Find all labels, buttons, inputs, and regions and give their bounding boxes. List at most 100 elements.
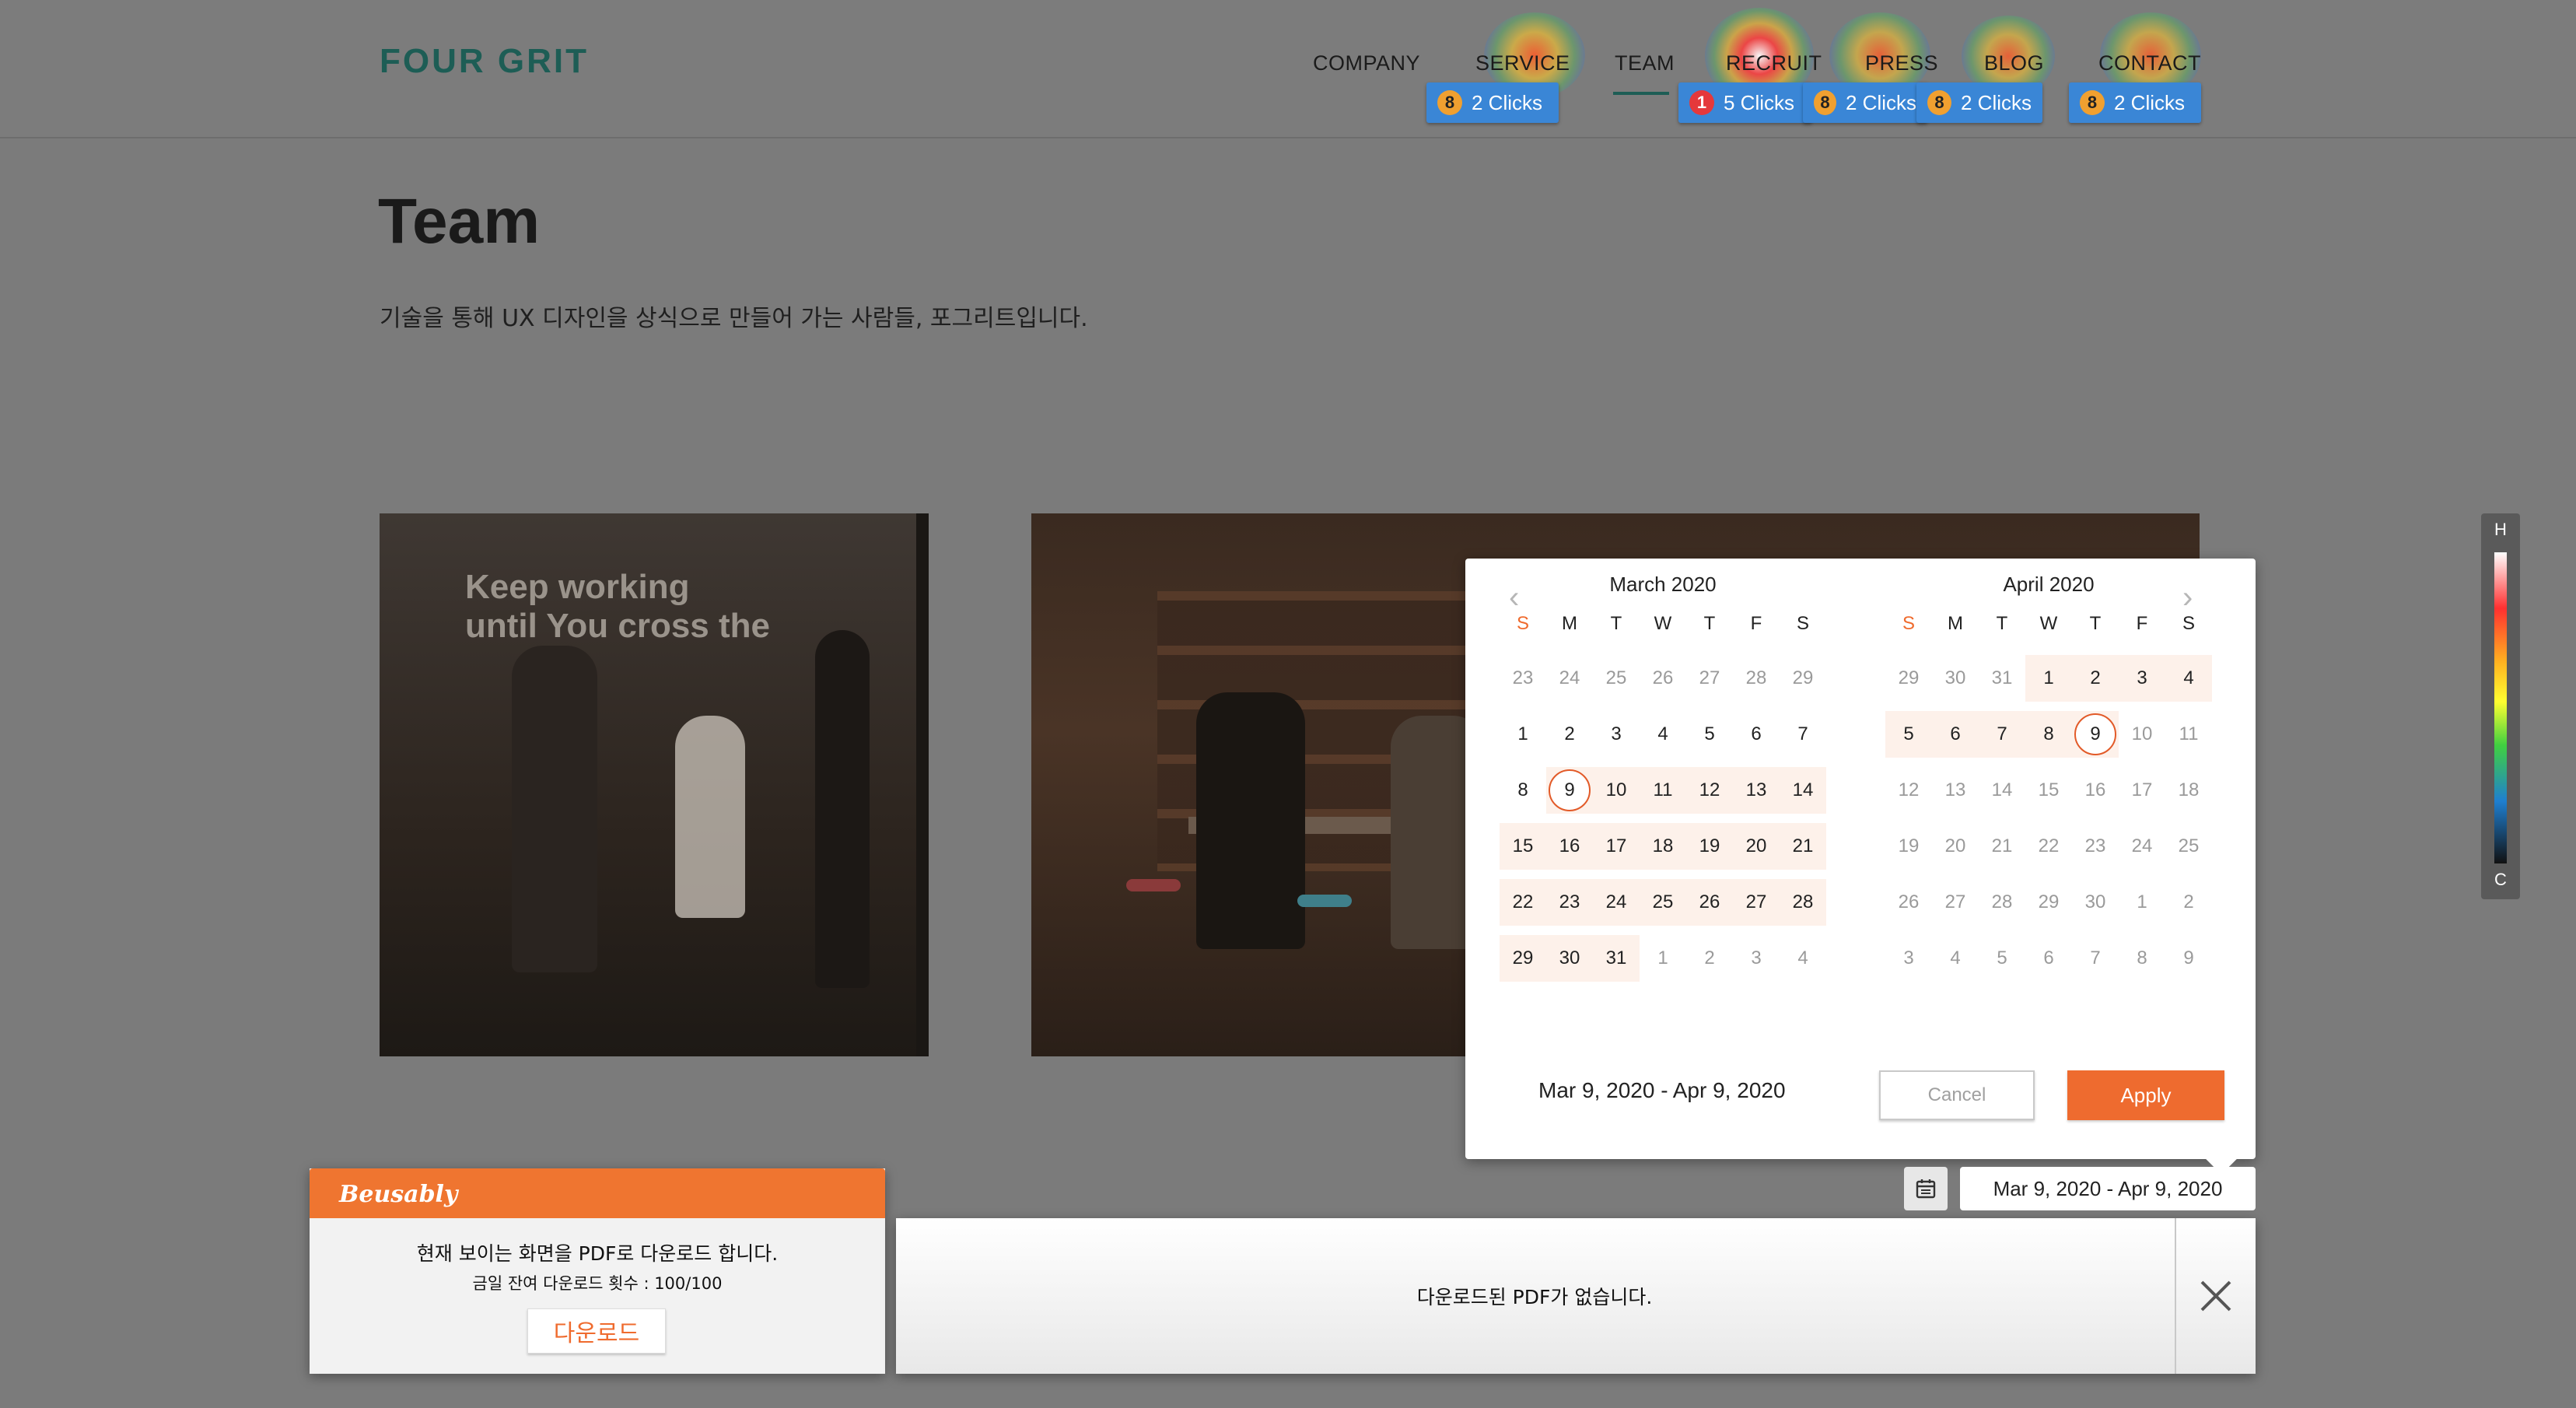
calendar-day[interactable]: 15 (1500, 823, 1546, 870)
calendar-day-selected[interactable]: 9 (2072, 711, 2119, 758)
date-range-field[interactable]: Mar 9, 2020 - Apr 9, 2020 (1960, 1167, 2256, 1210)
click-count-badge[interactable]: 8 2 Clicks (1426, 82, 1559, 123)
calendar-day[interactable]: 7 (1979, 711, 2025, 758)
calendar-day[interactable]: 16 (2072, 767, 2119, 814)
nav-company[interactable]: COMPANY (1313, 51, 1420, 75)
nav-service[interactable]: SERVICE (1475, 51, 1570, 75)
click-count-badge[interactable]: 1 5 Clicks (1678, 82, 1812, 123)
calendar-day[interactable]: 22 (2025, 823, 2072, 870)
calendar-day[interactable]: 20 (1932, 823, 1979, 870)
calendar-day[interactable]: 13 (1733, 767, 1780, 814)
calendar-day[interactable]: 23 (2072, 823, 2119, 870)
calendar-day[interactable]: 17 (1593, 823, 1640, 870)
calendar-day[interactable]: 1 (1500, 711, 1546, 758)
calendar-day[interactable]: 8 (2119, 935, 2165, 982)
calendar-day[interactable]: 24 (1593, 879, 1640, 926)
calendar-day[interactable]: 24 (2119, 823, 2165, 870)
site-logo[interactable]: FOUR GRIT (380, 42, 589, 81)
nav-press[interactable]: PRESS (1865, 51, 1938, 75)
calendar-day[interactable]: 3 (2119, 655, 2165, 702)
calendar-day-selected[interactable]: 9 (1546, 767, 1593, 814)
calendar-day[interactable]: 4 (1780, 935, 1826, 982)
calendar-day[interactable]: 7 (1780, 711, 1826, 758)
apply-button[interactable]: Apply (2067, 1070, 2224, 1120)
nav-team[interactable]: TEAM (1615, 51, 1675, 75)
calendar-day[interactable]: 25 (1593, 655, 1640, 702)
calendar-day[interactable]: 4 (1932, 935, 1979, 982)
calendar-day[interactable]: 29 (2025, 879, 2072, 926)
calendar-day[interactable]: 11 (1640, 767, 1686, 814)
cancel-button[interactable]: Cancel (1879, 1070, 2035, 1120)
pdf-download-button[interactable]: 다운로드 (527, 1308, 666, 1354)
calendar-day[interactable]: 1 (1640, 935, 1686, 982)
click-count-badge[interactable]: 8 2 Clicks (2069, 82, 2201, 123)
calendar-day[interactable]: 2 (2165, 879, 2212, 926)
calendar-day[interactable]: 25 (2165, 823, 2212, 870)
calendar-day[interactable]: 13 (1932, 767, 1979, 814)
calendar-day[interactable]: 26 (1885, 879, 1932, 926)
calendar-day[interactable]: 29 (1885, 655, 1932, 702)
calendar-day[interactable]: 29 (1780, 655, 1826, 702)
calendar-day[interactable]: 5 (1979, 935, 2025, 982)
calendar-day[interactable]: 31 (1593, 935, 1640, 982)
calendar-day[interactable]: 5 (1885, 711, 1932, 758)
calendar-day[interactable]: 30 (1546, 935, 1593, 982)
calendar-day[interactable]: 2 (1686, 935, 1733, 982)
calendar-day[interactable]: 7 (2072, 935, 2119, 982)
calendar-day[interactable]: 27 (1733, 879, 1780, 926)
calendar-day[interactable]: 15 (2025, 767, 2072, 814)
calendar-day[interactable]: 22 (1500, 879, 1546, 926)
calendar-day[interactable]: 18 (1640, 823, 1686, 870)
click-count-badge[interactable]: 8 2 Clicks (1916, 82, 2042, 123)
calendar-day[interactable]: 23 (1500, 655, 1546, 702)
calendar-day[interactable]: 8 (2025, 711, 2072, 758)
calendar-day[interactable]: 3 (1885, 935, 1932, 982)
calendar-day[interactable]: 14 (1979, 767, 2025, 814)
calendar-day[interactable]: 11 (2165, 711, 2212, 758)
calendar-day[interactable]: 6 (1932, 711, 1979, 758)
calendar-day[interactable]: 4 (1640, 711, 1686, 758)
nav-contact[interactable]: CONTACT (2098, 51, 2201, 75)
calendar-day[interactable]: 27 (1686, 655, 1733, 702)
calendar-day[interactable]: 18 (2165, 767, 2212, 814)
calendar-day[interactable]: 23 (1546, 879, 1593, 926)
click-count-badge[interactable]: 8 2 Clicks (1803, 82, 1927, 123)
calendar-day[interactable]: 12 (1885, 767, 1932, 814)
calendar-day[interactable]: 17 (2119, 767, 2165, 814)
calendar-day[interactable]: 6 (2025, 935, 2072, 982)
calendar-day[interactable]: 26 (1640, 655, 1686, 702)
calendar-day[interactable]: 27 (1932, 879, 1979, 926)
calendar-day[interactable]: 19 (1885, 823, 1932, 870)
calendar-day[interactable]: 12 (1686, 767, 1733, 814)
calendar-day[interactable]: 30 (2072, 879, 2119, 926)
calendar-day[interactable]: 19 (1686, 823, 1733, 870)
calendar-toggle-button[interactable] (1904, 1167, 1948, 1210)
calendar-day[interactable]: 9 (2165, 935, 2212, 982)
calendar-day[interactable]: 14 (1780, 767, 1826, 814)
calendar-day[interactable]: 3 (1593, 711, 1640, 758)
calendar-day[interactable]: 28 (1780, 879, 1826, 926)
calendar-day[interactable]: 21 (1979, 823, 2025, 870)
nav-recruit[interactable]: RECRUIT (1726, 51, 1822, 75)
nav-blog[interactable]: BLOG (1984, 51, 2044, 75)
calendar-day[interactable]: 1 (2025, 655, 2072, 702)
calendar-day[interactable]: 2 (2072, 655, 2119, 702)
calendar-day[interactable]: 10 (1593, 767, 1640, 814)
calendar-day[interactable]: 31 (1979, 655, 2025, 702)
calendar-day[interactable]: 4 (2165, 655, 2212, 702)
calendar-day[interactable]: 30 (1932, 655, 1979, 702)
calendar-day[interactable]: 28 (1979, 879, 2025, 926)
calendar-day[interactable]: 25 (1640, 879, 1686, 926)
close-button[interactable] (2175, 1218, 2256, 1374)
calendar-day[interactable]: 10 (2119, 711, 2165, 758)
calendar-day[interactable]: 24 (1546, 655, 1593, 702)
calendar-day[interactable]: 16 (1546, 823, 1593, 870)
calendar-day[interactable]: 8 (1500, 767, 1546, 814)
calendar-day[interactable]: 6 (1733, 711, 1780, 758)
calendar-day[interactable]: 28 (1733, 655, 1780, 702)
calendar-day[interactable]: 20 (1733, 823, 1780, 870)
calendar-day[interactable]: 3 (1733, 935, 1780, 982)
calendar-day[interactable]: 29 (1500, 935, 1546, 982)
calendar-day[interactable]: 21 (1780, 823, 1826, 870)
calendar-day[interactable]: 2 (1546, 711, 1593, 758)
